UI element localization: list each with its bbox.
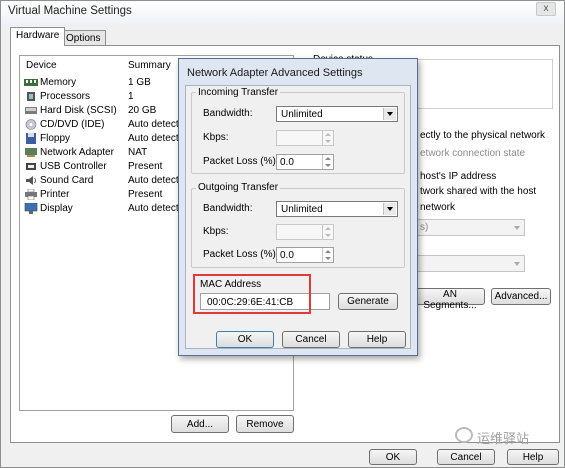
device-summary: Auto detect <box>128 175 179 186</box>
hard-disk-icon <box>25 107 37 114</box>
outgoing-bandwidth-value: Unlimited <box>281 204 323 215</box>
help-button[interactable]: Help <box>507 449 559 465</box>
device-name: Display <box>40 203 73 214</box>
add-device-button[interactable]: Add... <box>171 415 229 433</box>
nat-description: host's IP address <box>420 171 497 182</box>
display-icon <box>24 203 38 214</box>
dialog-ok-button[interactable]: OK <box>216 331 274 348</box>
close-icon[interactable]: x <box>536 2 556 16</box>
column-header-device: Device <box>26 60 57 71</box>
device-name: Processors <box>40 91 91 102</box>
device-summary: Auto detect <box>128 133 179 144</box>
bridged-description: ectly to the physical network <box>420 130 546 141</box>
outgoing-kbps-stepper[interactable] <box>276 224 334 240</box>
device-name: Floppy <box>40 133 71 144</box>
spinner-arrows-icon[interactable] <box>322 155 333 169</box>
network-adapter-advanced-dialog: Network Adapter Advanced Settings Incomi… <box>178 58 418 356</box>
memory-icon <box>24 79 38 86</box>
incoming-bandwidth-select[interactable]: Unlimited <box>276 106 398 122</box>
outgoing-packet-loss-label: Packet Loss (%): <box>203 249 279 260</box>
device-summary: 1 <box>128 91 134 102</box>
cd-dvd-icon <box>25 119 37 130</box>
usb-icon <box>26 163 36 170</box>
incoming-kbps-label: Kbps: <box>203 132 229 143</box>
custom-network-combo-value: s) <box>420 222 429 233</box>
device-name: Sound Card <box>40 175 94 186</box>
ok-button[interactable]: OK <box>369 449 417 465</box>
device-summary: 1 GB <box>128 77 151 88</box>
lan-segments-button[interactable]: AN Segments... <box>415 288 485 311</box>
device-summary: Present <box>128 161 163 172</box>
device-name: Network Adapter <box>40 147 114 158</box>
advanced-button[interactable]: Advanced... <box>491 288 551 305</box>
watermark-text: 运维驿站 <box>477 431 530 446</box>
incoming-kbps-stepper[interactable] <box>276 130 334 146</box>
tab-hardware[interactable]: Hardware <box>10 27 66 46</box>
outgoing-bandwidth-label: Bandwidth: <box>203 203 253 214</box>
device-summary: Present <box>128 189 163 200</box>
chevron-down-icon <box>514 262 520 266</box>
device-name: Printer <box>40 189 70 200</box>
remove-device-button[interactable]: Remove <box>236 415 294 433</box>
chevron-down-icon[interactable] <box>383 203 396 215</box>
mac-address-highlight <box>193 274 311 314</box>
incoming-packet-loss-label: Packet Loss (%): <box>203 156 279 167</box>
replicate-description: etwork connection state <box>420 148 526 159</box>
chevron-down-icon <box>514 226 520 230</box>
device-summary: Auto detect <box>128 203 179 214</box>
title-bar: Virtual Machine Settings x <box>1 1 564 25</box>
dialog-cancel-button[interactable]: Cancel <box>282 331 340 348</box>
outgoing-packet-loss-value: 0.0 <box>280 250 294 261</box>
window-title: Virtual Machine Settings <box>8 5 132 17</box>
incoming-packet-loss-stepper[interactable]: 0.0 <box>276 154 334 170</box>
printer-icon <box>25 189 37 200</box>
outgoing-bandwidth-select[interactable]: Unlimited <box>276 201 398 217</box>
spinner-arrows-icon[interactable] <box>322 248 333 262</box>
network-adapter-icon <box>25 148 37 157</box>
device-name: CD/DVD (IDE) <box>40 119 105 130</box>
incoming-transfer-label: Incoming Transfer <box>196 87 281 98</box>
incoming-packet-loss-value: 0.0 <box>280 157 294 168</box>
floppy-icon <box>26 133 36 144</box>
device-summary: NAT <box>128 147 148 158</box>
dialog-body: Incoming Transfer Bandwidth: Unlimited K… <box>185 85 411 349</box>
outgoing-packet-loss-stepper[interactable]: 0.0 <box>276 247 334 263</box>
outgoing-kbps-label: Kbps: <box>203 226 229 237</box>
custom-network-combo[interactable]: s) <box>415 219 525 236</box>
device-summary: 20 GB <box>128 105 157 116</box>
dialog-help-button[interactable]: Help <box>348 331 406 348</box>
dialog-title: Network Adapter Advanced Settings <box>187 67 363 79</box>
host-only-description: twork shared with the host <box>420 186 537 197</box>
chevron-down-icon[interactable] <box>383 108 396 120</box>
device-name: USB Controller <box>40 161 107 172</box>
spinner-arrows-icon[interactable] <box>322 225 333 239</box>
sound-card-icon <box>26 176 36 185</box>
device-name: Hard Disk (SCSI) <box>40 105 117 116</box>
generate-button[interactable]: Generate <box>338 293 398 310</box>
custom-network-description: network <box>420 202 456 213</box>
processor-icon <box>27 92 35 101</box>
outgoing-transfer-label: Outgoing Transfer <box>196 182 281 193</box>
incoming-bandwidth-label: Bandwidth: <box>203 108 253 119</box>
cancel-button[interactable]: Cancel <box>437 449 495 465</box>
lan-segment-combo[interactable] <box>415 255 525 272</box>
column-header-summary: Summary <box>128 60 171 71</box>
incoming-bandwidth-value: Unlimited <box>281 109 323 120</box>
wechat-logo-icon <box>455 427 473 443</box>
device-summary: Auto detect <box>128 119 179 130</box>
spinner-arrows-icon[interactable] <box>322 131 333 145</box>
device-name: Memory <box>40 77 77 88</box>
